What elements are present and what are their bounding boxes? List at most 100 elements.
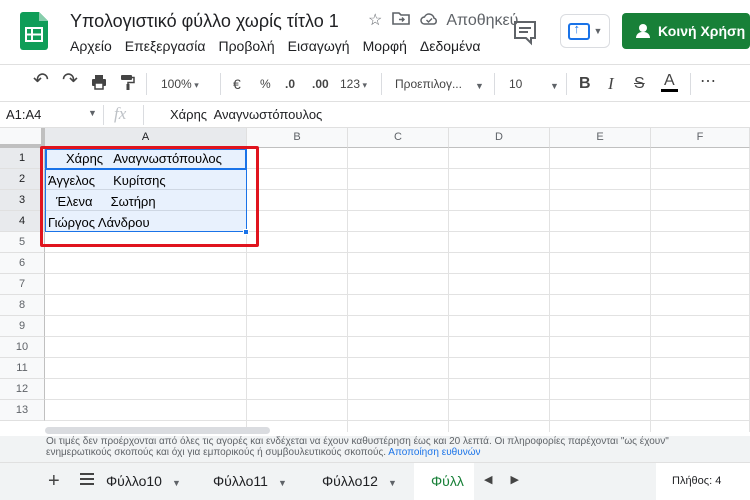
chevron-down-icon[interactable]: ▼ xyxy=(550,76,559,96)
font-select[interactable]: Προεπιλογ... xyxy=(395,74,462,94)
add-sheet-button[interactable]: + xyxy=(48,470,60,493)
disclaimer-line-2: ενημερωτικούς σκοπούς και όχι για εμπορι… xyxy=(46,447,750,458)
row-header-8[interactable]: 8 xyxy=(0,295,45,316)
column-header-f[interactable]: F xyxy=(651,128,750,148)
toolbar-divider xyxy=(220,73,221,95)
spreadsheet-grid[interactable]: ABCDEF 1 2 3 4 5 6 7 8 9 10 11 12 13 Χάρης Αναγνωστό… xyxy=(0,128,750,432)
comment-history-icon[interactable] xyxy=(510,18,540,46)
menu-edit[interactable]: Επεξεργασία xyxy=(125,38,214,54)
toolbar-divider xyxy=(494,73,495,95)
more-options-icon[interactable]: ⋯ xyxy=(700,72,716,92)
chevron-right-icon[interactable]: ▶ xyxy=(510,473,518,486)
grid-hline xyxy=(45,357,750,358)
print-icon[interactable] xyxy=(91,74,107,95)
toolbar-divider xyxy=(381,73,382,95)
redo-icon[interactable]: ↷ xyxy=(62,71,78,91)
menu-insert[interactable]: Εισαγωγή xyxy=(288,38,358,54)
row-header-2[interactable]: 2 xyxy=(0,169,45,190)
row-header-6[interactable]: 6 xyxy=(0,253,45,274)
decrease-decimal-button[interactable]: .0 xyxy=(285,74,295,94)
chevron-left-icon[interactable]: ◀ xyxy=(484,473,492,486)
sheet-tab-label: Φύλλο10 xyxy=(106,473,162,489)
row-header-1[interactable]: 1 xyxy=(0,148,45,169)
grid-hline xyxy=(45,420,750,421)
menu-bar: Αρχείο Επεξεργασία Προβολή Εισαγωγή Μορφ… xyxy=(70,38,493,54)
row-header-9[interactable]: 9 xyxy=(0,316,45,337)
sheet-tab-12[interactable]: Φύλλο12 ▼ xyxy=(322,473,397,489)
column-header-a[interactable]: A xyxy=(45,128,247,148)
currency-format-button[interactable]: € xyxy=(233,74,241,94)
document-title[interactable]: Υπολογιστικό φύλλο χωρίς τίτλο 1 xyxy=(70,11,339,32)
percent-format-button[interactable]: % xyxy=(260,74,271,94)
market-data-disclaimer: Οι τιμές δεν προέρχονται από όλες τις αγ… xyxy=(0,436,750,462)
zoom-select[interactable]: 100% xyxy=(161,74,199,95)
increase-decimal-button[interactable]: .00 xyxy=(312,74,329,94)
chevron-down-icon[interactable]: ▼ xyxy=(172,478,181,488)
function-icon: fx xyxy=(114,104,127,123)
grid-hline xyxy=(45,315,750,316)
toolbar-divider xyxy=(566,73,567,95)
column-header-c[interactable]: C xyxy=(348,128,449,148)
app-header: Υπολογιστικό φύλλο χωρίς τίτλο 1 ☆ Αποθη… xyxy=(0,0,750,64)
menu-view[interactable]: Προβολή xyxy=(218,38,282,54)
formula-input[interactable]: Χάρης Αναγνωστόπουλος xyxy=(170,107,322,122)
grid-vline xyxy=(650,148,651,432)
all-sheets-icon[interactable] xyxy=(80,473,94,487)
chevron-down-icon[interactable]: ▼ xyxy=(278,478,287,488)
menu-format[interactable]: Μορφή xyxy=(363,38,415,54)
strikethrough-button[interactable]: S xyxy=(634,74,645,94)
cloud-status-icon[interactable] xyxy=(420,11,438,31)
grid-vline xyxy=(448,148,449,432)
grid-hline xyxy=(45,252,750,253)
selection-count[interactable]: Πλήθος: 4 xyxy=(672,475,721,487)
menu-data[interactable]: Δεδομένα xyxy=(420,38,489,54)
present-button[interactable]: ▼ xyxy=(560,14,610,48)
toolbar-divider xyxy=(146,73,147,95)
sheet-tab-active[interactable]: Φύλλ xyxy=(431,473,473,489)
share-button[interactable]: Κοινή Χρήση xyxy=(622,13,750,49)
sheet-tab-10[interactable]: Φύλλο10 ▼ xyxy=(106,473,181,489)
move-folder-icon[interactable] xyxy=(392,11,411,31)
italic-button[interactable]: I xyxy=(608,74,614,94)
row-header-13[interactable]: 13 xyxy=(0,400,45,421)
text-color-button[interactable]: A xyxy=(661,72,678,92)
chevron-down-icon[interactable]: ▼ xyxy=(388,478,397,488)
formula-divider xyxy=(103,105,104,125)
sheet-tab-label: Φύλλο11 xyxy=(213,473,268,489)
number-format-select[interactable]: 123 xyxy=(340,74,367,95)
chevron-down-icon[interactable]: ▼ xyxy=(88,108,97,118)
row-header-11[interactable]: 11 xyxy=(0,358,45,379)
font-size-select[interactable]: 10 xyxy=(509,74,522,94)
horizontal-scrollbar[interactable] xyxy=(45,427,270,434)
disclaimer-text: ενημερωτικούς σκοπούς και όχι για εμπορι… xyxy=(46,447,387,458)
grid-vline xyxy=(549,148,550,432)
sheet-tab-11[interactable]: Φύλλο11 ▼ xyxy=(213,473,287,489)
bold-button[interactable]: B xyxy=(579,74,591,94)
person-icon xyxy=(636,24,650,38)
row-header-10[interactable]: 10 xyxy=(0,337,45,358)
select-all-corner[interactable] xyxy=(0,128,45,148)
sheets-logo-icon[interactable] xyxy=(20,12,48,50)
share-label: Κοινή Χρήση xyxy=(658,23,746,39)
formula-divider xyxy=(143,105,144,125)
star-icon[interactable]: ☆ xyxy=(368,11,382,31)
row-header-5[interactable]: 5 xyxy=(0,232,45,253)
paint-format-icon[interactable] xyxy=(119,74,135,95)
formula-bar: A1:A4 ▼ fx Χάρης Αναγνωστόπουλος xyxy=(0,102,750,128)
toolbar-divider xyxy=(690,73,691,95)
chevron-down-icon[interactable]: ▼ xyxy=(475,76,484,96)
grid-hline xyxy=(45,399,750,400)
row-header-3[interactable]: 3 xyxy=(0,190,45,211)
column-header-e[interactable]: E xyxy=(550,128,651,148)
column-header-b[interactable]: B xyxy=(247,128,348,148)
menu-file[interactable]: Αρχείο xyxy=(70,38,120,54)
row-header-7[interactable]: 7 xyxy=(0,274,45,295)
disclaimer-line-1: Οι τιμές δεν προέρχονται από όλες τις αγ… xyxy=(46,436,669,447)
column-header-d[interactable]: D xyxy=(449,128,550,148)
name-box[interactable]: A1:A4 xyxy=(6,107,41,122)
row-header-12[interactable]: 12 xyxy=(0,379,45,400)
undo-icon[interactable]: ↶ xyxy=(33,71,49,91)
chevron-down-icon: ▼ xyxy=(593,26,603,36)
disclaimer-link[interactable]: Αποποίηση ευθυνών xyxy=(388,447,480,458)
row-header-4[interactable]: 4 xyxy=(0,211,45,232)
